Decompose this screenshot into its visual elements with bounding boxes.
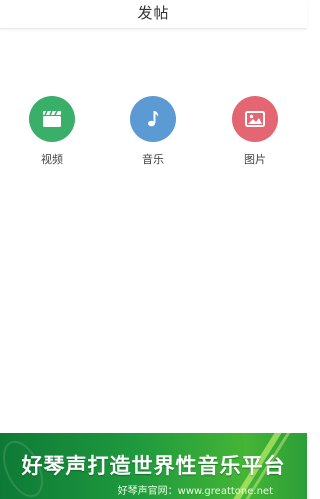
picture-icon: [245, 111, 265, 127]
top-bar: 发帖: [0, 0, 307, 29]
banner-website: 好琴声官网：www.greattone.net: [117, 486, 273, 497]
music-note-icon: [148, 111, 159, 127]
picture-icon-circle: [232, 96, 278, 142]
picture-option[interactable]: 图片: [225, 96, 285, 167]
video-option[interactable]: 视频: [22, 96, 82, 167]
music-label: 音乐: [142, 153, 164, 166]
music-option[interactable]: 音乐: [123, 96, 183, 167]
video-label: 视频: [41, 153, 63, 166]
page-title: 发帖: [137, 4, 170, 22]
banner-slogan: 好琴声打造世界性音乐平台: [21, 454, 286, 478]
ad-banner[interactable]: 好琴声打造世界性音乐平台 好琴声官网：www.greattone.net: [0, 433, 307, 499]
clapperboard-icon: [43, 110, 61, 127]
video-icon-circle: [29, 96, 75, 142]
post-type-options: 视频 音乐 图片: [0, 96, 307, 176]
picture-label: 图片: [244, 153, 266, 166]
music-icon-circle: [130, 96, 176, 142]
